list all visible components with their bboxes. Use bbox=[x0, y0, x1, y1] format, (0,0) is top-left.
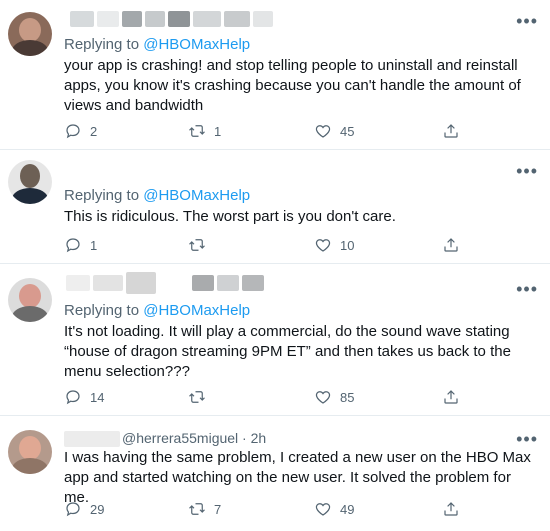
reply-button[interactable]: 1 bbox=[64, 236, 97, 254]
like-count: 85 bbox=[340, 389, 355, 405]
tweet-1[interactable]: ••• Replying to @HBOMaxHelp your app is … bbox=[0, 0, 550, 150]
like-icon bbox=[315, 125, 331, 138]
reply-icon bbox=[66, 124, 80, 139]
retweet-button[interactable]: 7 bbox=[188, 500, 221, 518]
retweet-count: 1 bbox=[214, 123, 222, 139]
reply-button[interactable]: 29 bbox=[64, 500, 104, 518]
more-icon[interactable]: ••• bbox=[516, 280, 538, 298]
reply-icon bbox=[66, 502, 80, 517]
replying-to: Replying to @HBOMaxHelp bbox=[64, 302, 250, 319]
share-button[interactable] bbox=[442, 236, 460, 254]
share-icon bbox=[444, 502, 458, 516]
reply-button[interactable]: 2 bbox=[64, 122, 97, 140]
reply-button[interactable]: 14 bbox=[64, 388, 104, 406]
retweet-icon bbox=[189, 125, 205, 137]
tweet-actions: 2 1 45 bbox=[64, 122, 484, 142]
share-icon bbox=[444, 238, 458, 252]
like-button[interactable]: 10 bbox=[314, 236, 354, 254]
retweet-button[interactable] bbox=[188, 236, 214, 254]
avatar[interactable] bbox=[8, 12, 52, 56]
like-count: 49 bbox=[340, 501, 355, 517]
tweet-actions: 14 85 bbox=[64, 388, 484, 408]
user-handle-timestamp[interactable]: @herrera55miguel · 2h bbox=[122, 430, 266, 446]
like-count: 10 bbox=[340, 237, 355, 253]
user-name-blurred[interactable] bbox=[66, 272, 264, 294]
replying-to-label: Replying to bbox=[64, 36, 140, 53]
like-button[interactable]: 45 bbox=[314, 122, 354, 140]
retweet-button[interactable]: 1 bbox=[188, 122, 221, 140]
reply-icon bbox=[66, 238, 80, 253]
more-icon[interactable]: ••• bbox=[516, 430, 538, 448]
retweet-button[interactable] bbox=[188, 388, 214, 406]
tweet-2[interactable]: ••• Replying to @HBOMaxHelp This is ridi… bbox=[0, 150, 550, 264]
avatar[interactable] bbox=[8, 278, 52, 322]
tweet-text: I was having the same problem, I created… bbox=[64, 449, 531, 506]
more-icon[interactable]: ••• bbox=[516, 162, 538, 180]
replying-to-handle[interactable]: @HBOMaxHelp bbox=[143, 302, 250, 319]
tweet-3[interactable]: ••• Replying to @HBOMaxHelp It's not loa… bbox=[0, 264, 550, 416]
tweet-4[interactable]: @herrera55miguel · 2h ••• I was having t… bbox=[0, 416, 550, 531]
tweet-text: your app is crashing! and stop telling p… bbox=[64, 57, 521, 114]
retweet-count: 7 bbox=[214, 501, 222, 517]
reply-count: 2 bbox=[90, 123, 98, 139]
user-name-blurred[interactable] bbox=[64, 430, 120, 448]
like-icon bbox=[315, 239, 331, 252]
like-icon bbox=[315, 503, 331, 516]
share-icon bbox=[444, 124, 458, 138]
retweet-icon bbox=[189, 503, 205, 515]
replying-to: Replying to @HBOMaxHelp bbox=[64, 187, 250, 204]
share-button[interactable] bbox=[442, 388, 460, 406]
user-name-blurred[interactable] bbox=[70, 10, 273, 28]
replying-to-handle[interactable]: @HBOMaxHelp bbox=[143, 187, 250, 204]
more-icon[interactable]: ••• bbox=[516, 12, 538, 30]
share-icon bbox=[444, 390, 458, 404]
tweet-text: This is ridiculous. The worst part is yo… bbox=[64, 208, 396, 225]
tweet-actions: 29 7 49 bbox=[64, 500, 484, 520]
reply-count: 14 bbox=[90, 389, 105, 405]
avatar[interactable] bbox=[8, 160, 52, 204]
like-count: 45 bbox=[340, 123, 355, 139]
like-button[interactable]: 49 bbox=[314, 500, 354, 518]
reply-icon bbox=[66, 390, 80, 405]
share-button[interactable] bbox=[442, 500, 460, 518]
replying-to-handle[interactable]: @HBOMaxHelp bbox=[143, 36, 250, 53]
share-button[interactable] bbox=[442, 122, 460, 140]
tweet-actions: 1 10 bbox=[64, 236, 484, 256]
retweet-icon bbox=[189, 391, 205, 403]
tweet-text: It's not loading. It will play a commerc… bbox=[64, 323, 511, 380]
retweet-icon bbox=[189, 239, 205, 251]
like-button[interactable]: 85 bbox=[314, 388, 354, 406]
reply-count: 29 bbox=[90, 501, 105, 517]
replying-to-label: Replying to bbox=[64, 187, 140, 204]
reply-count: 1 bbox=[90, 237, 98, 253]
replying-to-label: Replying to bbox=[64, 302, 140, 319]
replying-to: Replying to @HBOMaxHelp bbox=[64, 36, 250, 53]
like-icon bbox=[315, 391, 331, 404]
avatar[interactable] bbox=[8, 430, 52, 474]
